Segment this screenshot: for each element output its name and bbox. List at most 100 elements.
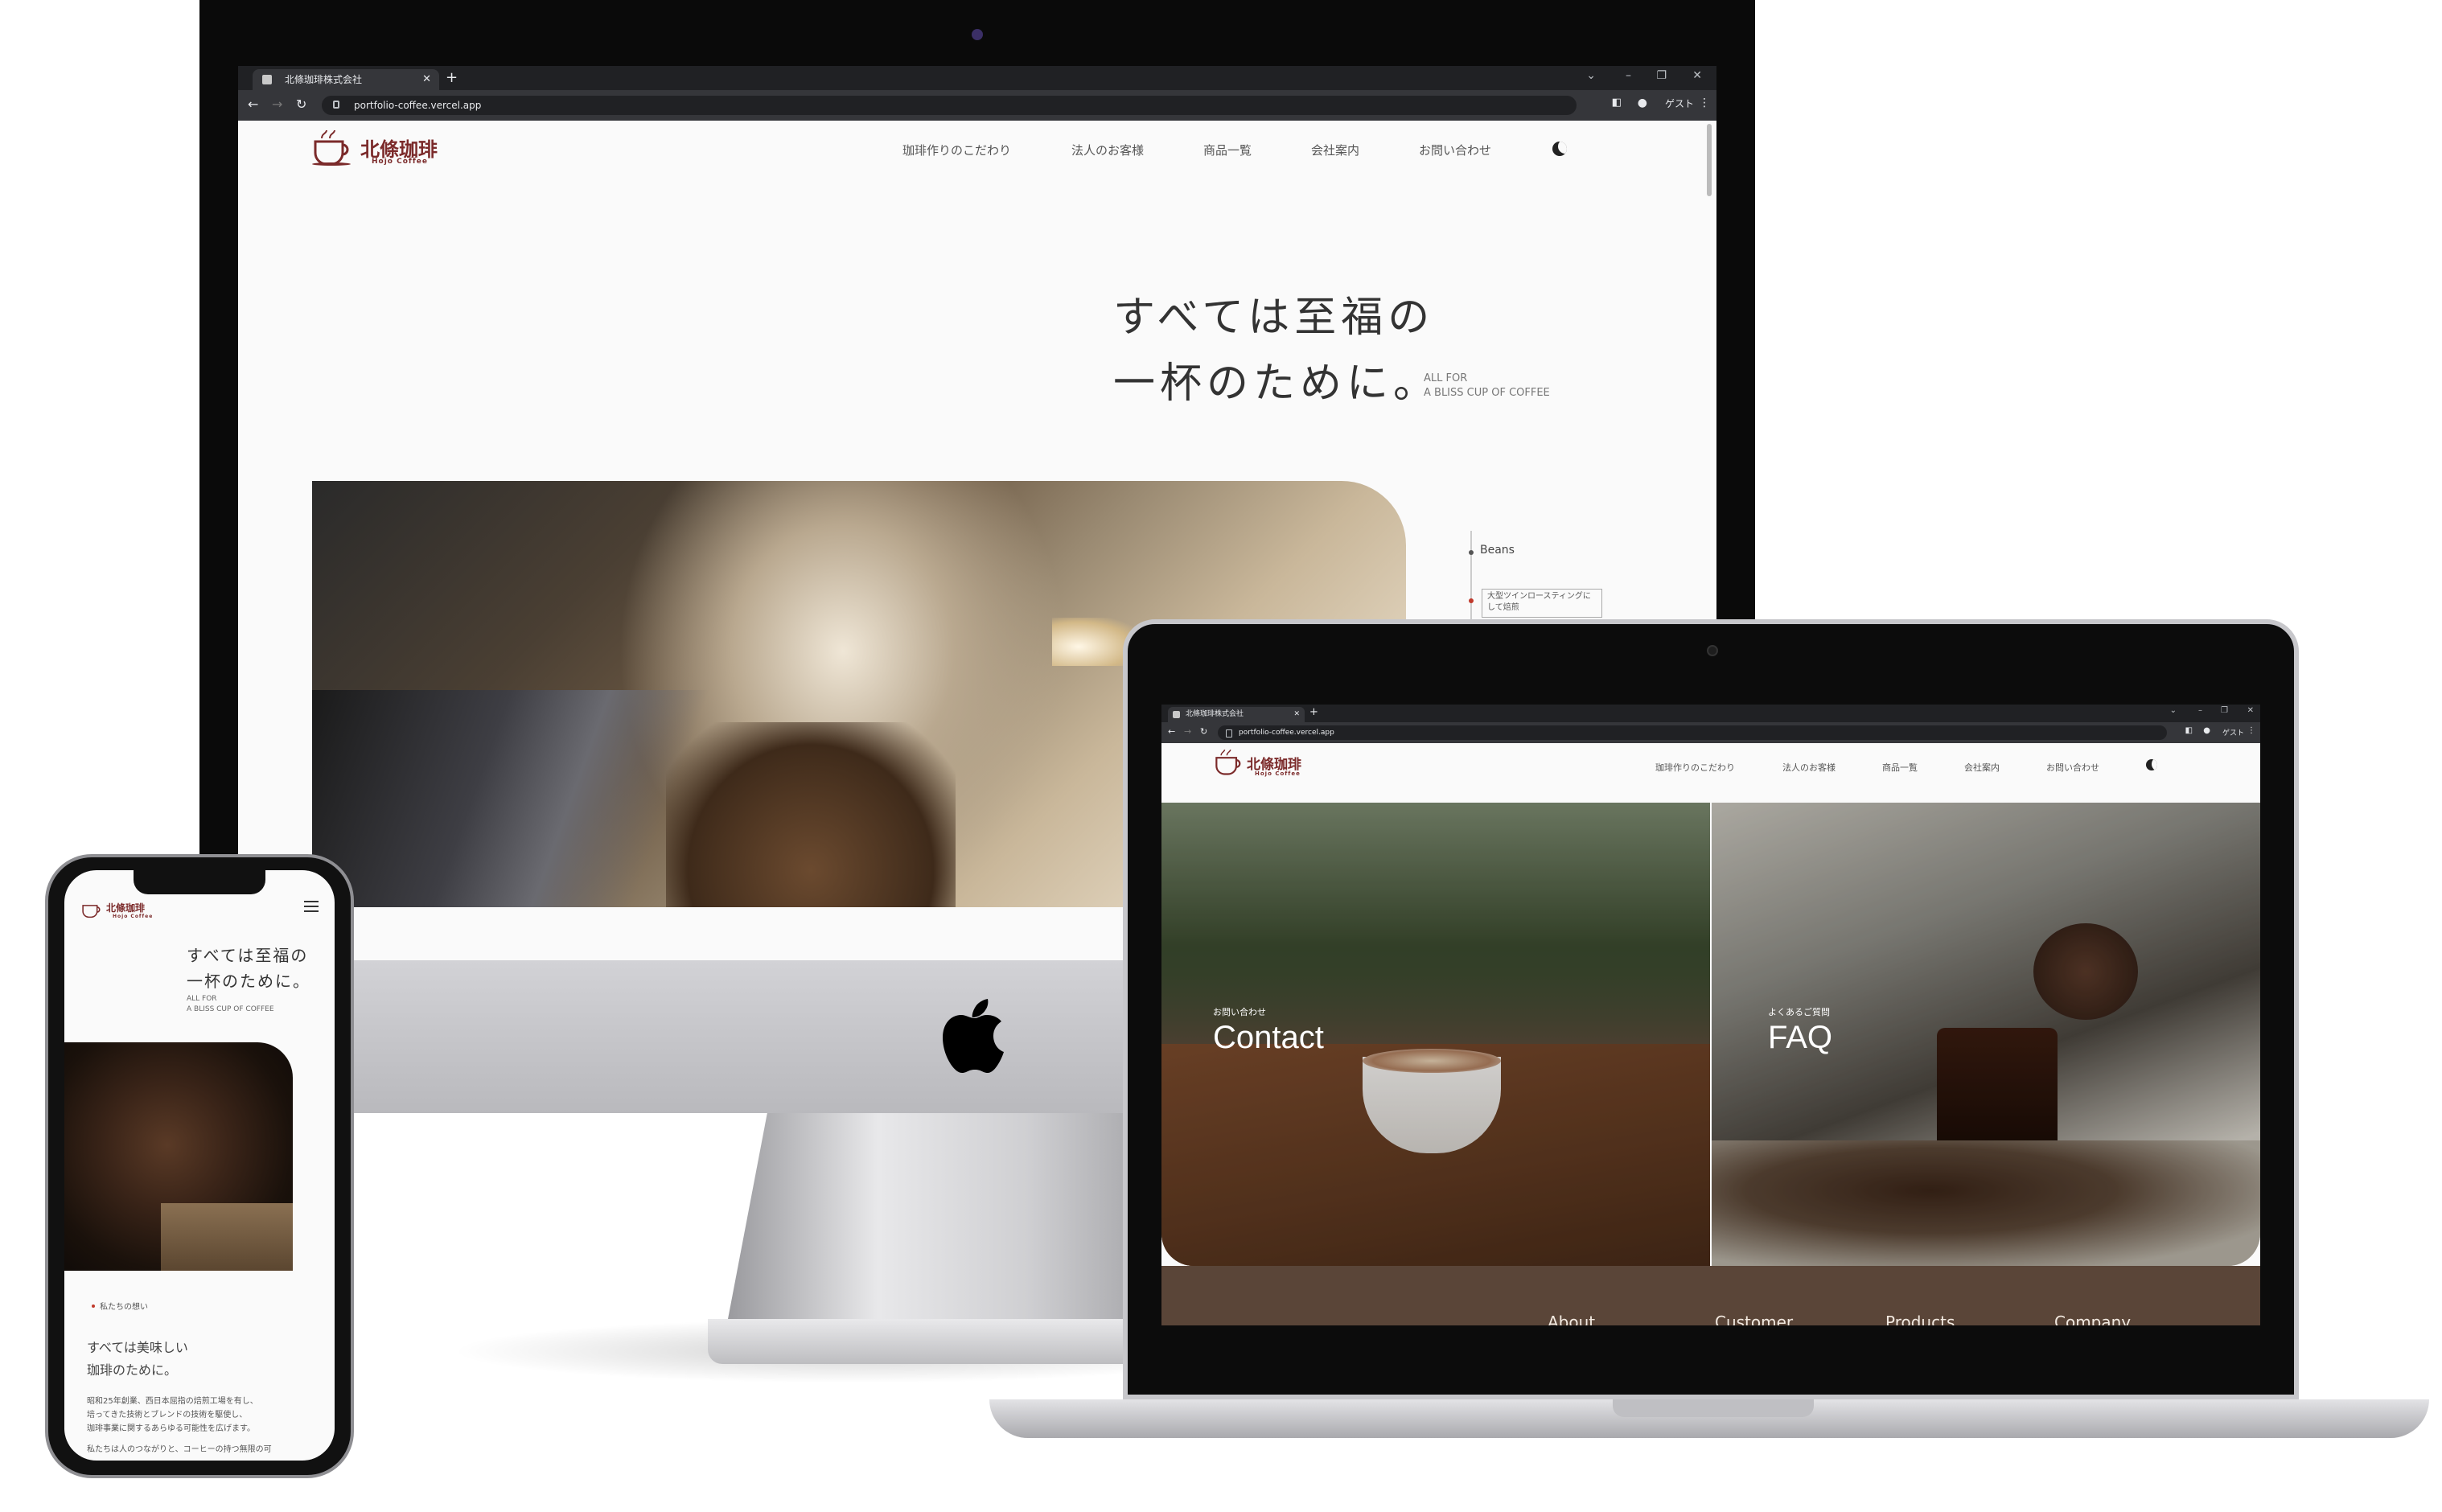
- browser-tabbar: 北條珈琲株式会社 ✕ + ⌄ – ❐ ✕: [238, 66, 1716, 90]
- favicon-icon: [262, 75, 272, 84]
- address-bar[interactable]: portfolio-coffee.vercel.app: [322, 96, 1577, 115]
- minimize-icon[interactable]: –: [1626, 69, 1631, 82]
- nav-item-products[interactable]: 商品一覧: [1203, 142, 1252, 158]
- phone-logo-cup-icon: [82, 905, 101, 918]
- laptop-back-icon[interactable]: ←: [1168, 726, 1175, 737]
- side-label-beans: Beans: [1480, 544, 1515, 557]
- url-text: portfolio-coffee.vercel.app: [354, 100, 482, 111]
- laptop-nav-item-company[interactable]: 会社案内: [1964, 761, 2000, 774]
- hamburger-menu-icon[interactable]: [304, 901, 319, 912]
- footer-customer[interactable]: Customer: [1715, 1313, 1793, 1325]
- phone-hero-line2: 一杯のために。: [187, 972, 310, 991]
- phone-hero-line1: すべては至福の: [187, 946, 309, 965]
- dark-mode-toggle-icon[interactable]: [1552, 142, 1567, 156]
- laptop-nav-item-business[interactable]: 法人のお客様: [1782, 761, 1836, 774]
- laptop-tab-title: 北條珈琲株式会社: [1186, 710, 1244, 718]
- side-dot: [1469, 550, 1474, 555]
- laptop-browser-tabbar: 北條珈琲株式会社 ✕ + ⌄ – ❐ ✕: [1161, 705, 2260, 722]
- page-scrollbar[interactable]: [1707, 124, 1712, 196]
- phone-section-title2: 珈琲のために。: [87, 1362, 178, 1378]
- laptop-favicon-icon: [1173, 711, 1180, 718]
- browser-toolbar: ← → ↻ portfolio-coffee.vercel.app ◧ ● ゲス…: [238, 90, 1716, 121]
- laptop-reload-icon[interactable]: ↻: [1200, 726, 1207, 737]
- phone-body-line1: 昭和25年創業、西日本屈指の焙煎工場を有し、: [87, 1397, 258, 1406]
- phone-hero-sub2: A BLISS CUP OF COFFEE: [187, 1005, 274, 1013]
- laptop-forward-icon[interactable]: →: [1184, 726, 1191, 737]
- hero-sub-line1: ALL FOR: [1424, 372, 1468, 384]
- laptop-guest-label[interactable]: ゲスト: [2222, 727, 2244, 738]
- laptop-lock-icon: [1226, 729, 1232, 738]
- reload-icon[interactable]: ↻: [296, 97, 306, 112]
- contact-heading: Contact: [1213, 1020, 1324, 1055]
- hero-title-line1: すべては至福の: [1113, 294, 1435, 342]
- contact-panel[interactable]: お問い合わせ Contact: [1161, 803, 1710, 1266]
- back-icon[interactable]: ←: [248, 97, 258, 112]
- menu-icon[interactable]: ⋮: [1699, 97, 1710, 109]
- faq-panel[interactable]: よくあるご質問 FAQ: [1712, 803, 2260, 1266]
- nav-item-kodawari[interactable]: 珈琲作りのこだわり: [902, 142, 1011, 158]
- laptop-close-tab-icon[interactable]: ✕: [1293, 707, 1300, 722]
- laptop-profile-icon[interactable]: ●: [2203, 726, 2210, 735]
- burlap-sack: [161, 1203, 293, 1271]
- roasted-beans: [666, 722, 956, 907]
- tab-title: 北條珈琲株式会社: [285, 74, 363, 85]
- laptop-address-bar[interactable]: portfolio-coffee.vercel.app: [1218, 725, 2167, 740]
- laptop-restore-icon[interactable]: ❐: [2221, 706, 2228, 715]
- nav-item-contact[interactable]: お問い合わせ: [1419, 142, 1491, 158]
- tab-search-icon[interactable]: ⌄: [1586, 69, 1596, 82]
- phone-notch: [134, 870, 265, 894]
- profile-icon[interactable]: ●: [1638, 97, 1647, 109]
- close-tab-icon[interactable]: ✕: [422, 69, 431, 90]
- laptop-nav-item-contact[interactable]: お問い合わせ: [2046, 761, 2099, 774]
- laptop-browser-toolbar: ← → ↻ portfolio-coffee.vercel.app ◧ ● ゲス…: [1161, 722, 2260, 743]
- phone-section-title1: すべては美味しい: [87, 1340, 188, 1355]
- phone-screen: 北條珈琲 Hojo Coffee すべては至福の 一杯のために。 ALL FOR…: [64, 870, 335, 1461]
- laptop-screen: 北條珈琲株式会社 ✕ + ⌄ – ❐ ✕ ← → ↻ portfolio-cof…: [1161, 705, 2260, 1325]
- restore-icon[interactable]: ❐: [1656, 69, 1667, 82]
- side-dot-active: [1469, 598, 1474, 603]
- new-tab-icon[interactable]: +: [446, 69, 458, 86]
- laptop-minimize-icon[interactable]: –: [2198, 706, 2202, 715]
- phone-logo-text[interactable]: 北條珈琲: [106, 901, 145, 914]
- phone-body-line2: 培ってきた技術とブレンドの技術を駆使し、: [87, 1411, 248, 1420]
- faq-small-label: よくあるご質問: [1768, 1007, 1830, 1017]
- phone-body-line3: 珈琲事業に関するあらゆる可能性を広げます。: [87, 1424, 255, 1433]
- laptop-page: 北條珈琲 Hojo Coffee 珈琲作りのこだわり 法人のお客様 商品一覧 会…: [1161, 743, 2260, 1325]
- close-window-icon[interactable]: ✕: [1692, 69, 1702, 82]
- footer-company[interactable]: Company: [2054, 1313, 2131, 1325]
- side-note: 大型ツインロースティングにして焙煎: [1482, 589, 1602, 618]
- phone-section-dot: [92, 1305, 95, 1308]
- laptop-browser-tab[interactable]: 北條珈琲株式会社 ✕: [1168, 707, 1305, 722]
- footer-products[interactable]: Products: [1885, 1313, 1955, 1325]
- nav-item-company[interactable]: 会社案内: [1311, 142, 1359, 158]
- logo-subtext: Hojo Coffee: [372, 158, 428, 166]
- forward-icon[interactable]: →: [272, 97, 282, 112]
- guest-label[interactable]: ゲスト: [1665, 97, 1694, 110]
- laptop-notch: [1613, 1399, 1814, 1417]
- phone-section-label: 私たちの想い: [100, 1303, 148, 1312]
- laptop-new-tab-icon[interactable]: +: [1309, 706, 1318, 718]
- laptop-logo-cup-icon: [1215, 750, 1241, 775]
- faq-heading: FAQ: [1768, 1020, 1833, 1055]
- nav-item-business[interactable]: 法人のお客様: [1071, 142, 1144, 158]
- sidepanel-icon[interactable]: ◧: [1612, 97, 1622, 109]
- hero-sub-line2: A BLISS CUP OF COFFEE: [1424, 387, 1550, 399]
- laptop-sidepanel-icon[interactable]: ◧: [2185, 726, 2193, 735]
- contact-small-label: お問い合わせ: [1213, 1007, 1266, 1017]
- laptop-close-window-icon[interactable]: ✕: [2247, 706, 2254, 715]
- hero-title-line2: 一杯のために。: [1113, 360, 1441, 408]
- laptop-menu-icon[interactable]: ⋮: [2247, 726, 2255, 735]
- laptop-nav-item-kodawari[interactable]: 珈琲作りのこだわり: [1655, 761, 1735, 774]
- logo-cup-icon: [312, 130, 351, 166]
- phone-beans-image: [64, 1042, 293, 1271]
- laptop-nav-item-products[interactable]: 商品一覧: [1882, 761, 1918, 774]
- phone-logo-subtext: Hojo Coffee: [113, 914, 154, 919]
- laptop-tab-search-icon[interactable]: ⌄: [2170, 706, 2177, 715]
- footer-about[interactable]: About: [1548, 1313, 1595, 1325]
- laptop-logo-subtext: Hojo Coffee: [1255, 770, 1301, 777]
- lock-icon: [333, 101, 339, 109]
- browser-tab[interactable]: 北條珈琲株式会社 ✕: [253, 69, 439, 90]
- laptop-dark-mode-toggle-icon[interactable]: [2146, 759, 2157, 770]
- imac-camera: [972, 29, 983, 40]
- phone-body-line4: 私たちは人のつながりと、コーヒーの持つ無限の可: [87, 1445, 272, 1454]
